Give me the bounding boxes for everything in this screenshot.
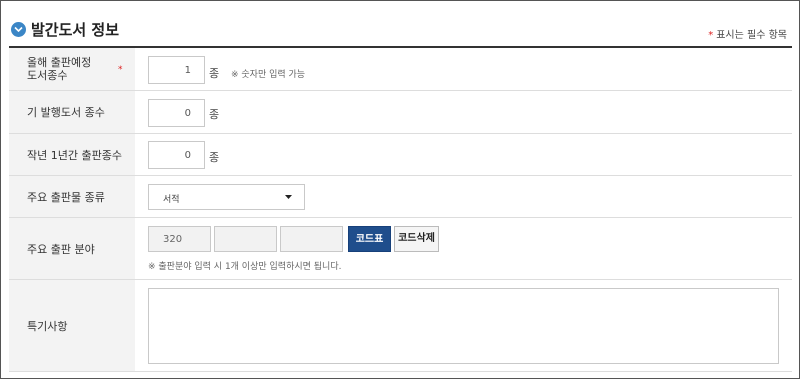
row-special-notes: 특기사항 [9,280,792,372]
row-published-count: 기 발행도서 종수 0 종 [9,91,792,134]
label-cell: 주요 출판 분야 [9,218,135,279]
last-year-count-input[interactable]: 0 [148,141,205,169]
label-cell: 작년 1년간 출판종수 [9,134,135,175]
last-year-count-label: 작년 1년간 출판종수 [27,149,122,162]
special-notes-textarea[interactable] [148,288,779,364]
published-count-label: 기 발행도서 종수 [27,106,105,119]
field-code-input-3[interactable] [280,226,343,252]
book-info-form: 올해 출판예정 도서종수 * 1 종 ※ 숫자만 입력 가능 기 발행도서 종수… [9,46,792,372]
planned-count-label-line1: 올해 출판예정 [27,56,92,69]
label-cell: 특기사항 [9,280,135,371]
last-year-count-unit: 종 [209,151,220,164]
required-note-text: 표시는 필수 항목 [716,30,787,41]
special-notes-label: 특기사항 [27,320,68,333]
label-cell: 주요 출판물 종류 [9,176,135,217]
publication-type-selected: 서적 [163,195,180,205]
book-info-panel: 발간도서 정보 * 표시는 필수 항목 올해 출판예정 도서종수 * 1 종 ※ … [0,0,800,379]
publication-type-label: 주요 출판물 종류 [27,191,105,204]
planned-count-input[interactable]: 1 [148,56,205,84]
caret-down-icon [285,195,292,199]
field-code-input-2[interactable] [214,226,277,252]
section-title: 발간도서 정보 [31,21,120,39]
row-last-year-count: 작년 1년간 출판종수 0 종 [9,134,792,176]
field-code-input-1[interactable]: 320 [148,226,211,252]
planned-count-label-line2: 도서종수 [27,69,68,82]
planned-count-unit: 종 [209,67,220,80]
required-star: * [708,30,714,41]
label-cell: 기 발행도서 종수 [9,91,135,133]
section-header: 발간도서 정보 * 표시는 필수 항목 [9,11,789,47]
publication-type-select[interactable]: 서적 [148,184,305,210]
label-cell: 올해 출판예정 도서종수 * [9,48,135,90]
row-publication-type: 주요 출판물 종류 서적 [9,176,792,218]
chevron-down-circle-icon[interactable] [11,22,26,37]
published-count-unit: 종 [209,108,220,121]
code-delete-button[interactable]: 코드삭제 [394,226,439,252]
code-table-button[interactable]: 코드표 [348,226,391,252]
required-star: * [118,65,123,75]
field-input-hint: ※ 출판분야 입력 시 1개 이상만 입력하시면 됩니다. [148,262,342,272]
numbers-only-hint: ※ 숫자만 입력 가능 [231,70,306,80]
row-planned-count: 올해 출판예정 도서종수 * 1 종 ※ 숫자만 입력 가능 [9,48,792,91]
publication-field-label: 주요 출판 분야 [27,243,95,256]
row-publication-field: 주요 출판 분야 320 코드표 코드삭제 ※ 출판분야 입력 시 1개 이상만… [9,218,792,280]
published-count-input[interactable]: 0 [148,99,205,127]
required-note: * 표시는 필수 항목 [708,26,787,41]
